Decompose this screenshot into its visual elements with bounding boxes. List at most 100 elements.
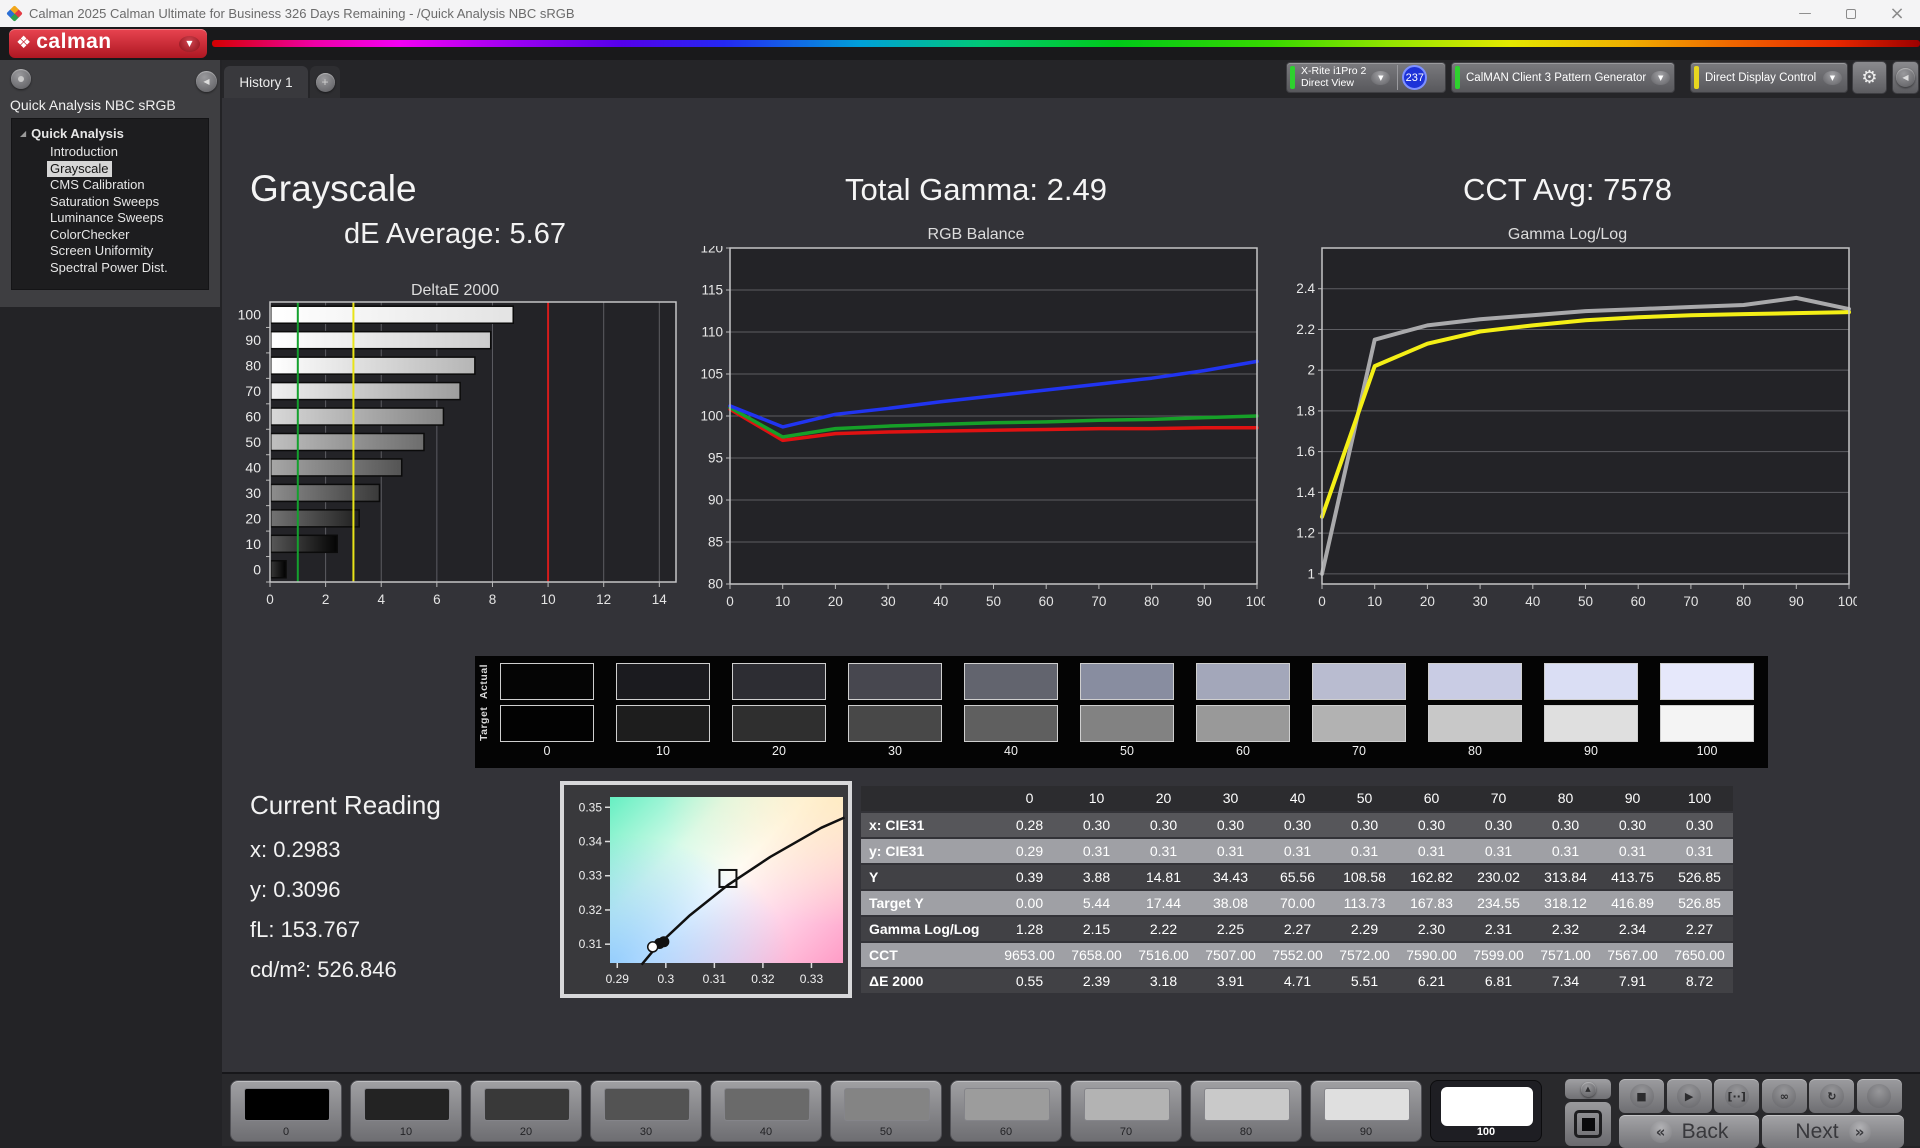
patch-button-0[interactable]: 0 [230,1080,342,1142]
sidebar-radio-button[interactable] [11,69,31,89]
calman-menu-caret-icon[interactable]: ▼ [179,35,200,52]
target-swatch-100 [1660,705,1754,742]
table-cell: 0.31 [1197,839,1264,863]
display-control-dropdown[interactable]: Direct Display Control ▼ [1690,62,1848,93]
patch-button-30[interactable]: 30 [590,1080,702,1142]
reading-cdm2: cd/m²: 526.846 [250,957,397,982]
svg-text:40: 40 [245,459,261,475]
svg-text:0.32: 0.32 [751,972,775,986]
patch-swatch-60 [964,1088,1050,1121]
svg-text:14: 14 [652,592,668,607]
svg-text:95: 95 [708,451,723,466]
refresh-button[interactable]: ↻ [1809,1079,1855,1113]
cie-overlay: 0.35 0.34 0.33 0.32 0.31 0.29 0.3 0.31 0.32 0.33 [579,800,846,986]
patch-button-50[interactable]: 50 [830,1080,942,1142]
swatch-level-label: 30 [888,744,902,758]
measure-button[interactable] [1856,1079,1902,1113]
table-cell: 0.31 [1331,839,1398,863]
close-button[interactable]: × [1874,0,1920,27]
sidebar-item-introduction[interactable]: Introduction [47,144,121,161]
calman-menu-button[interactable]: ❖ calman ▼ [9,29,207,58]
svg-text:80: 80 [245,358,261,374]
svg-text:10: 10 [541,592,556,607]
patch-level-label: 10 [399,1126,413,1138]
meter-dropdown[interactable]: X-Rite i1Pro 2 Direct View ▼ 237 [1286,62,1446,93]
display-caret-icon[interactable]: ▼ [1823,70,1842,85]
table-cell: 7.91 [1599,969,1666,993]
patch-button-40[interactable]: 40 [710,1080,822,1142]
table-row-label-target-y: Target Y [861,891,996,915]
sidebar-item-saturation-sweeps[interactable]: Saturation Sweeps [47,194,162,211]
svg-text:0.33: 0.33 [579,869,603,883]
table-col-header-20: 20 [1130,786,1197,811]
table-cell: 0.30 [1197,813,1264,837]
display-status-indicator [1694,66,1699,89]
table-cell: 0.30 [1666,813,1733,837]
table-cell: 2.34 [1599,917,1666,941]
current-reading-panel: Current Reading x: 0.2983 y: 0.3096 fL: … [250,790,441,997]
step-range-button[interactable]: [··] [1714,1079,1760,1113]
settings-gear-button[interactable]: ⚙ [1852,61,1887,94]
next-button[interactable]: Next » [1762,1115,1904,1148]
pattern-generator-dropdown[interactable]: CalMAN Client 3 Pattern Generator ▼ [1451,62,1675,93]
tab-history-1[interactable]: History 1 [224,66,308,98]
patch-scroll-up-button[interactable]: ▲ [1565,1079,1611,1099]
right-panel-collapse-button[interactable]: ◀ [1892,61,1919,94]
sidebar-item-screen-uniformity[interactable]: Screen Uniformity [47,243,156,260]
swatch-level-label: 10 [656,744,670,758]
swatch-level-label: 70 [1352,744,1366,758]
pattern-caret-icon[interactable]: ▼ [1651,70,1671,85]
next-arrow-icon: » [1848,1120,1871,1143]
svg-text:0: 0 [726,594,734,609]
patch-level-label: 50 [879,1126,893,1138]
table-cell: 2.39 [1063,969,1130,993]
svg-text:0.31: 0.31 [579,937,603,951]
target-row-label: Target [478,706,490,741]
rgb-balance-line-chart: 80 85 90 95 100 105 110 115 120 0 10 20 30 40 50 60 70 80… [690,246,1265,614]
sidebar-item-cms-calibration[interactable]: CMS Calibration [47,177,148,194]
meter-caret-icon[interactable]: ▼ [1371,70,1391,85]
table-cell: 108.58 [1331,865,1398,889]
sidebar-collapse-button[interactable]: ◀ [196,71,217,92]
window-patch-icon [1574,1110,1602,1138]
table-cell: 0.30 [1532,813,1599,837]
table-cell: 526.85 [1666,891,1733,915]
patch-swatch-70 [1084,1088,1170,1121]
sidebar-item-grayscale[interactable]: Grayscale [47,160,112,177]
sidebar-item-luminance-sweeps[interactable]: Luminance Sweeps [47,210,166,227]
table-col-header-60: 60 [1398,786,1465,811]
patch-level-label: 100 [1476,1126,1496,1138]
patch-button-20[interactable]: 20 [470,1080,582,1142]
svg-text:0: 0 [1318,594,1326,609]
back-button[interactable]: « Back [1619,1115,1759,1148]
add-tab-button[interactable]: + [310,66,340,98]
svg-text:115: 115 [701,283,723,298]
patch-window-button[interactable] [1565,1102,1611,1146]
meter-exposure-badge[interactable]: 237 [1402,65,1428,90]
play-button[interactable]: ▶ [1666,1079,1712,1113]
sidebar-item-colorchecker[interactable]: ColorChecker [47,227,132,244]
sidebar-item-spectral-power-dist[interactable]: Spectral Power Dist. [47,260,171,277]
table-cell: 526.85 [1666,865,1733,889]
minimize-button[interactable]: — [1782,0,1828,27]
table-cell: 0.30 [1331,813,1398,837]
table-col-header-90: 90 [1599,786,1666,811]
restore-button[interactable] [1828,0,1874,27]
patch-button-100[interactable]: 100 [1430,1080,1542,1142]
target-swatch-20 [732,705,826,742]
swatch-level-label: 40 [1004,744,1018,758]
patch-button-60[interactable]: 60 [950,1080,1062,1142]
patch-button-70[interactable]: 70 [1070,1080,1182,1142]
patch-button-90[interactable]: 90 [1310,1080,1422,1142]
tree-expanded-icon[interactable]: ◢ [20,129,26,138]
patch-button-80[interactable]: 80 [1190,1080,1302,1142]
stop-button[interactable]: ■ [1619,1079,1664,1113]
continuous-button[interactable]: ∞ [1761,1079,1807,1113]
svg-text:0.32: 0.32 [579,903,603,917]
table-cell: 14.81 [1130,865,1197,889]
table-cell: 7567.00 [1599,943,1666,967]
patch-button-10[interactable]: 10 [350,1080,462,1142]
pattern-generator-label: CalMAN Client 3 Pattern Generator [1466,71,1647,84]
tree-root-quick-analysis[interactable]: ◢ Quick Analysis [20,126,204,141]
patch-level-label: 30 [639,1126,653,1138]
